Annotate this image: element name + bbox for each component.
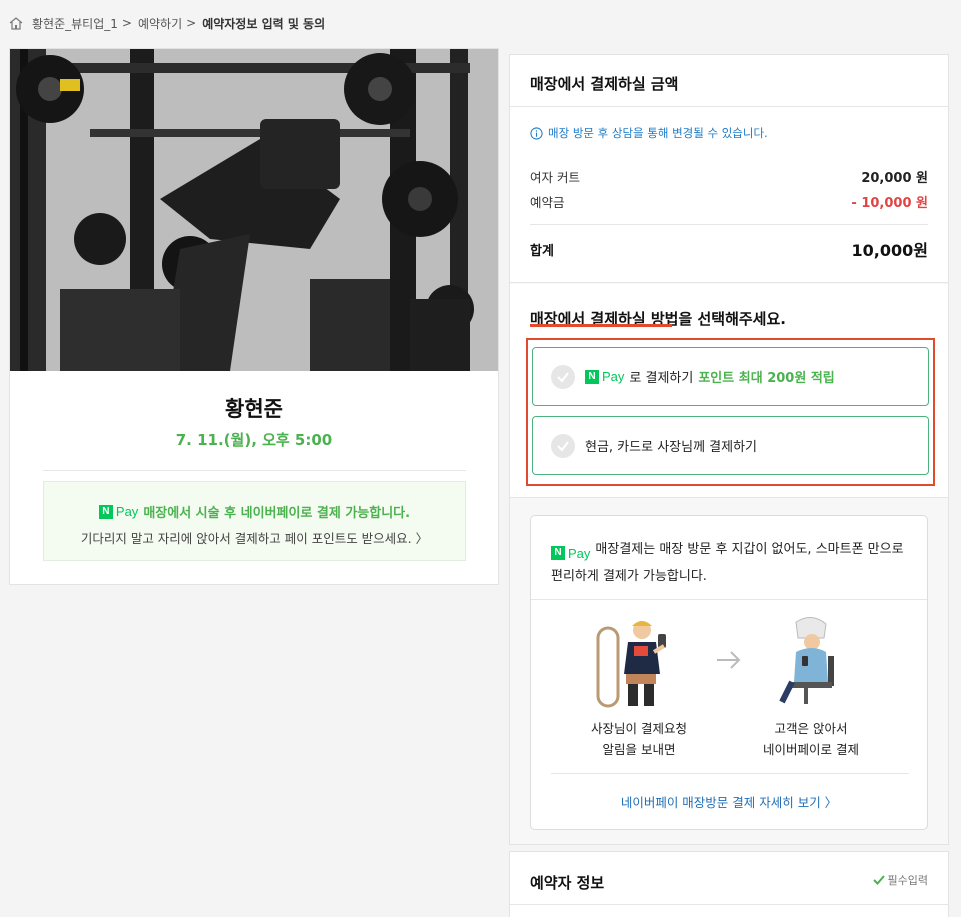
divider — [531, 599, 927, 600]
breadcrumb-separator: > — [121, 16, 132, 30]
breadcrumb-current: 예약자정보 입력 및 동의 — [202, 16, 326, 31]
payment-summary: 매장 방문 후 상담을 통해 변경될 수 있습니다. 여자 커트 20,000 … — [510, 107, 948, 283]
npay-n-mark: N — [551, 546, 565, 560]
radio-check-icon[interactable] — [551, 433, 575, 458]
breadcrumb-shop[interactable]: 황현준_뷰티업_1 — [32, 15, 118, 32]
npay-pay-text: Pay — [568, 545, 591, 561]
step2-line1: 고객은 앉아서 — [774, 721, 848, 736]
divider — [510, 904, 948, 905]
breadcrumb-booking[interactable]: 예약하기 — [138, 15, 182, 32]
npay-logo-icon: N Pay — [98, 504, 139, 519]
npay-detail-link[interactable]: 네이버페이 매장방문 결제 자세히 보기 〉 — [531, 792, 927, 811]
npay-n-mark: N — [98, 504, 113, 519]
annotation-highlight-box: N Pay 로 결제하기 포인트 최대 200원 적립 현금, 카드로 사장님께… — [526, 338, 935, 486]
annotation-underline — [530, 324, 672, 327]
required-text: 필수입력 — [887, 874, 928, 887]
total-label: 합계 — [530, 243, 554, 259]
option-label: 로 결제하기 — [629, 371, 694, 386]
step-customer-pay: 고객은 앉아서 네이버페이로 결제 — [741, 616, 881, 760]
booker-title: 예약자 정보 — [530, 874, 605, 892]
promo-headline: N Pay 매장에서 시술 후 네이버페이로 결제 가능합니다. — [44, 502, 465, 521]
payment-method-section: 매장에서 결제하실 방법을 선택해주세요. N Pay 로 결제하기 포인트 최… — [510, 284, 948, 498]
check-icon — [872, 875, 885, 885]
method-option-cash-card[interactable]: 현금, 카드로 사장님께 결제하기 — [532, 416, 929, 475]
deposit-label: 예약금 — [530, 195, 565, 210]
shop-name: 황현준 — [225, 397, 283, 421]
total-row: 합계 10,000원 — [530, 237, 928, 261]
shop-photo — [10, 49, 498, 371]
npay-pay-text: Pay — [602, 369, 625, 384]
radio-check-icon[interactable] — [551, 364, 575, 389]
option-point-reward: 포인트 최대 200원 적립 — [698, 371, 835, 386]
payment-notice: 매장 방문 후 상담을 통해 변경될 수 있습니다. — [530, 125, 768, 141]
npay-logo-icon: N Pay — [551, 542, 590, 565]
divider — [551, 773, 909, 774]
method-option-npay[interactable]: N Pay 로 결제하기 포인트 최대 200원 적립 — [532, 347, 929, 406]
promo-line1: 매장에서 시술 후 네이버페이로 결제 가능합니다. — [143, 506, 411, 521]
total-amount: 10,000원 — [851, 241, 928, 260]
npay-promo-banner[interactable]: N Pay 매장에서 시술 후 네이버페이로 결제 가능합니다. 기다리지 말고… — [43, 481, 466, 561]
deposit-row: 예약금 - 10,000 원 — [530, 192, 928, 211]
notice-text: 매장 방문 후 상담을 통해 변경될 수 있습니다. — [548, 126, 768, 140]
info-text: 매장결제는 매장 방문 후 지갑이 없어도, 스마트폰 만으로 편리하게 결제가… — [551, 542, 904, 584]
booker-info-card: 예약자 정보 필수입력 — [509, 851, 949, 917]
payment-header: 매장에서 결제하실 금액 — [510, 55, 948, 107]
npay-n-mark: N — [585, 369, 599, 384]
npay-pay-text: Pay — [115, 504, 139, 519]
step1-line2: 알림을 보내면 — [602, 742, 676, 757]
npay-info-card: N Pay 매장결제는 매장 방문 후 지갑이 없어도, 스마트폰 만으로 편리… — [530, 515, 928, 830]
step1-text: 사장님이 결제요청 알림을 보내면 — [569, 718, 709, 760]
shop-summary-card: 황현준 7. 11.(월), 오후 5:00 N Pay 매장에서 시술 후 네… — [9, 48, 499, 585]
price-row: 여자 커트 20,000 원 — [530, 167, 928, 186]
deposit-amount: - 10,000 원 — [851, 196, 928, 211]
step1-line1: 사장님이 결제요청 — [591, 721, 687, 736]
customer-illustration-icon — [779, 617, 834, 704]
info-icon — [530, 126, 543, 140]
divider — [530, 224, 928, 225]
step2-text: 고객은 앉아서 네이버페이로 결제 — [741, 718, 881, 760]
arrow-right-icon — [717, 651, 741, 669]
booking-datetime: 7. 11.(월), 오후 5:00 — [175, 431, 333, 449]
npay-logo-icon: N Pay — [585, 369, 624, 384]
price-label: 여자 커트 — [530, 170, 580, 185]
breadcrumb-separator: > — [186, 16, 197, 30]
owner-illustration-icon — [596, 621, 666, 708]
price-amount: 20,000 원 — [861, 171, 928, 186]
breadcrumb: 황현준_뷰티업_1 > 예약하기 > 예약자정보 입력 및 동의 — [8, 14, 325, 32]
info-description: N Pay 매장결제는 매장 방문 후 지갑이 없어도, 스마트폰 만으로 편리… — [551, 538, 911, 588]
divider — [43, 470, 466, 471]
step2-line2: 네이버페이로 결제 — [763, 742, 859, 757]
home-icon[interactable] — [8, 16, 24, 30]
step-owner-request: 사장님이 결제요청 알림을 보내면 — [569, 616, 709, 760]
promo-line2: 기다리지 말고 자리에 앉아서 결제하고 페이 포인트도 받으세요. 〉 — [80, 531, 429, 546]
required-indicator: 필수입력 — [872, 872, 928, 888]
option-label: 현금, 카드로 사장님께 결제하기 — [585, 440, 758, 455]
payment-panel: 매장에서 결제하실 금액 매장 방문 후 상담을 통해 변경될 수 있습니다. … — [509, 54, 949, 845]
